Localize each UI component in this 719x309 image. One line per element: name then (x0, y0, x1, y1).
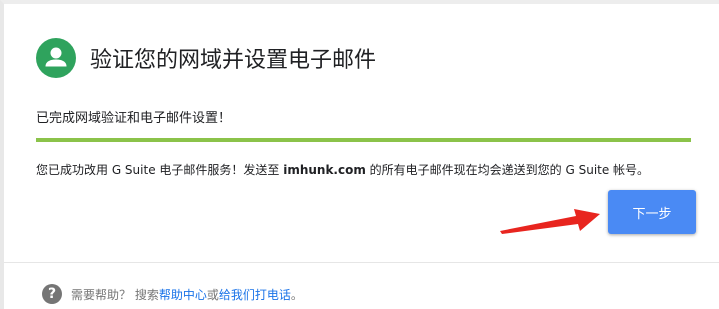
page-header: 验证您的网域并设置电子邮件 (36, 36, 376, 80)
help-center-link[interactable]: 帮助中心 (159, 286, 207, 303)
call-us-link[interactable]: 给我们打电话 (219, 286, 291, 303)
help-footer: ? 需要帮助？ 搜索 帮助中心或 给我们打电话。 (42, 284, 303, 304)
user-avatar-icon (36, 38, 76, 78)
progress-bar-fill (36, 138, 691, 142)
help-prefix: 需要帮助？ 搜索 (71, 287, 159, 302)
red-arrow-icon (500, 209, 600, 234)
question-icon: ? (42, 284, 62, 304)
message-domain: imhunk.com (283, 163, 366, 177)
help-suffix: 。 (290, 287, 303, 302)
setup-page: 验证您的网域并设置电子邮件 已完成网域验证和电子邮件设置！ 您已成功改用 G S… (0, 0, 719, 309)
message-prefix: 您已成功改用 G Suite 电子邮件服务！发送至 (36, 163, 284, 177)
next-button[interactable]: 下一步 (608, 190, 696, 234)
status-text: 已完成网域验证和电子邮件设置！ (36, 111, 232, 126)
page-title: 验证您的网域并设置电子邮件 (90, 48, 377, 73)
success-message: 您已成功改用 G Suite 电子邮件服务！发送至 imhunk.com 的所有… (36, 161, 649, 178)
message-suffix: 的所有电子邮件现在均会递送到您的 G Suite 帐号。 (365, 163, 650, 177)
help-or: 或 (206, 287, 219, 302)
progress-bar (36, 138, 691, 142)
divider (4, 262, 719, 263)
